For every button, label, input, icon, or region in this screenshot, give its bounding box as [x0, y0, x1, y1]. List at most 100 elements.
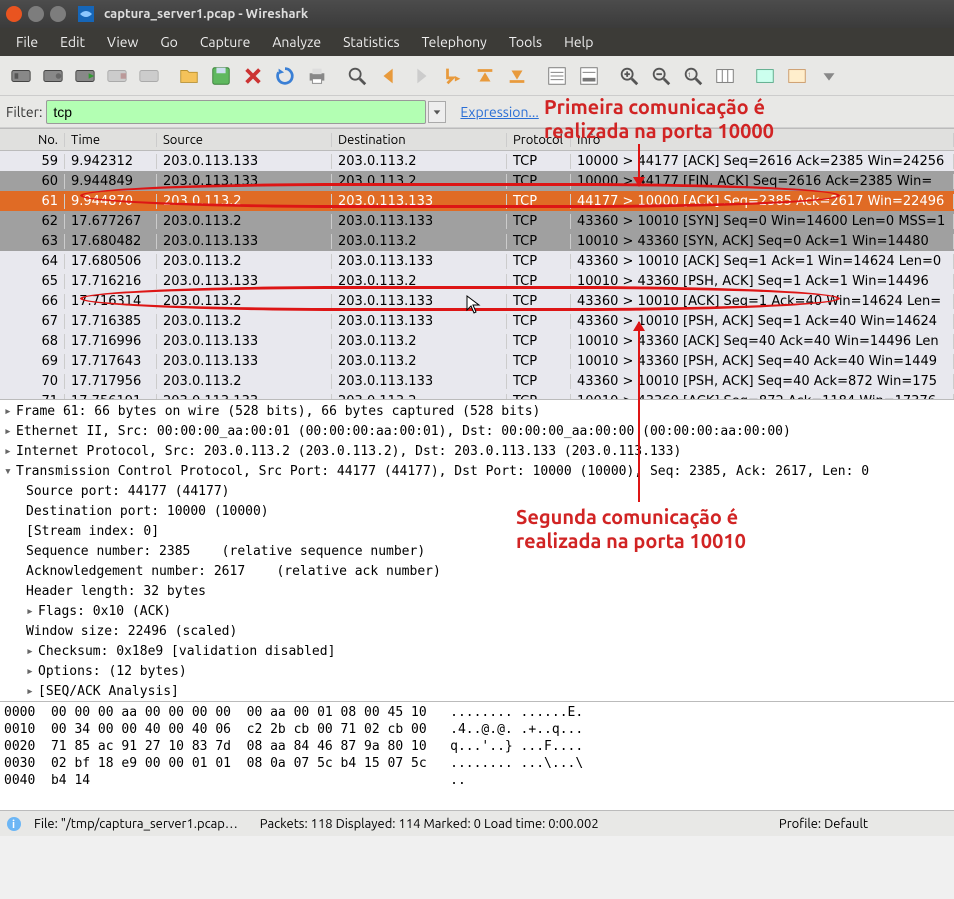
go-last-icon[interactable] [502, 61, 532, 91]
packet-row[interactable]: 6917.717643203.0.113.133203.0.113.2TCP10… [0, 351, 954, 371]
packet-row[interactable]: 6717.716385203.0.113.2203.0.113.133TCP43… [0, 311, 954, 331]
col-time[interactable]: Time [65, 133, 157, 147]
packet-row[interactable]: 7017.717956203.0.113.2203.0.113.133TCP43… [0, 371, 954, 391]
expression-button[interactable]: Expression... [460, 104, 538, 120]
packet-cell: 203.0.113.2 [332, 274, 507, 289]
packet-cell: 9.944870 [65, 194, 157, 209]
col-info[interactable]: Info [571, 133, 954, 147]
save-icon[interactable] [206, 61, 236, 91]
capture-filters-icon[interactable] [750, 61, 780, 91]
jump-down-icon[interactable] [438, 61, 468, 91]
reload-icon[interactable] [270, 61, 300, 91]
packet-cell: 17.677267 [65, 214, 157, 229]
zoom-out-icon[interactable] [646, 61, 676, 91]
chevron-down-icon[interactable] [814, 61, 844, 91]
tree-node-expandable[interactable]: Flags: 0x10 (ACK) [4, 602, 950, 622]
packet-cell: 203.0.113.2 [332, 234, 507, 249]
packet-cell: 203.0.113.2 [157, 194, 332, 209]
forward-icon[interactable] [406, 61, 436, 91]
packet-row[interactable]: 6617.716314203.0.113.2203.0.113.133TCP43… [0, 291, 954, 311]
restart-capture-icon[interactable] [134, 61, 164, 91]
packet-cell: 17.680506 [65, 254, 157, 269]
menu-go[interactable]: Go [150, 30, 187, 54]
interfaces-icon[interactable] [6, 61, 36, 91]
packet-cell: 9.942312 [65, 154, 157, 169]
hex-line: 0010 00 34 00 00 40 00 40 06 c2 2b cb 00… [4, 721, 950, 738]
packet-cell: TCP [507, 334, 571, 349]
close-file-icon[interactable] [238, 61, 268, 91]
packet-cell: TCP [507, 374, 571, 389]
packet-cell: 10010 > 43360 [PSH, ACK] Seq=1 Ack=1 Win… [571, 274, 954, 289]
packet-row[interactable]: 6317.680482203.0.113.133203.0.113.2TCP10… [0, 231, 954, 251]
tree-node: Acknowledgement number: 2617 (relative a… [4, 562, 950, 582]
packet-cell: 66 [0, 294, 65, 309]
tree-node-expandable[interactable]: [SEQ/ACK Analysis] [4, 682, 950, 702]
tree-node-expandable[interactable]: Frame 61: 66 bytes on wire (528 bits), 6… [4, 402, 950, 422]
col-source[interactable]: Source [157, 133, 332, 147]
toolbar: 1 [0, 56, 954, 96]
packet-row[interactable]: 619.944870203.0.113.2203.0.113.133TCP441… [0, 191, 954, 211]
tree-node-expandable[interactable]: Transmission Control Protocol, Src Port:… [4, 462, 950, 482]
tree-node-expandable[interactable]: Internet Protocol, Src: 203.0.113.2 (203… [4, 442, 950, 462]
packet-details[interactable]: Frame 61: 66 bytes on wire (528 bits), 6… [0, 400, 954, 702]
packet-cell: 10000 > 44177 [FIN, ACK] Seq=2616 Ack=23… [571, 174, 954, 189]
menu-file[interactable]: File [6, 30, 48, 54]
packet-row[interactable]: 6517.716216203.0.113.133203.0.113.2TCP10… [0, 271, 954, 291]
packet-row[interactable]: 7117.756191203.0.113.133203.0.113.2TCP10… [0, 391, 954, 400]
maximize-icon[interactable] [50, 6, 66, 22]
menu-statistics[interactable]: Statistics [333, 30, 409, 54]
menu-analyze[interactable]: Analyze [262, 30, 331, 54]
options-icon[interactable] [38, 61, 68, 91]
menu-edit[interactable]: Edit [50, 30, 95, 54]
status-profile: Profile: Default [779, 817, 868, 831]
tree-node-expandable[interactable]: Ethernet II, Src: 00:00:00_aa:00:01 (00:… [4, 422, 950, 442]
packet-cell: 17.717956 [65, 374, 157, 389]
packet-row[interactable]: 6817.716996203.0.113.133203.0.113.2TCP10… [0, 331, 954, 351]
back-icon[interactable] [374, 61, 404, 91]
packet-cell: 203.0.113.133 [332, 294, 507, 309]
info-icon: i [6, 816, 22, 832]
stop-capture-icon[interactable] [102, 61, 132, 91]
menu-view[interactable]: View [97, 30, 148, 54]
col-destination[interactable]: Destination [332, 133, 507, 147]
zoom-in-icon[interactable] [614, 61, 644, 91]
filter-input[interactable] [46, 100, 426, 124]
open-icon[interactable] [174, 61, 204, 91]
tree-node-expandable[interactable]: Checksum: 0x18e9 [validation disabled] [4, 642, 950, 662]
packet-row[interactable]: 6417.680506203.0.113.2203.0.113.133TCP43… [0, 251, 954, 271]
packet-cell: 203.0.113.2 [157, 254, 332, 269]
packet-row[interactable]: 6217.677267203.0.113.2203.0.113.133TCP43… [0, 211, 954, 231]
menu-capture[interactable]: Capture [190, 30, 261, 54]
packet-cell: TCP [507, 154, 571, 169]
find-icon[interactable] [342, 61, 372, 91]
filter-dropdown-icon[interactable] [428, 101, 446, 123]
packet-cell: 203.0.113.133 [157, 154, 332, 169]
col-protocol[interactable]: Protocol [507, 133, 571, 147]
packet-cell: TCP [507, 234, 571, 249]
app-icon [78, 6, 94, 22]
display-filters-icon[interactable] [782, 61, 812, 91]
minimize-icon[interactable] [28, 6, 44, 22]
resize-cols-icon[interactable] [710, 61, 740, 91]
print-icon[interactable] [302, 61, 332, 91]
col-no[interactable]: No. [0, 133, 65, 147]
tree-node: Window size: 22496 (scaled) [4, 622, 950, 642]
menu-telephony[interactable]: Telephony [412, 30, 497, 54]
packet-bytes[interactable]: 0000 00 00 00 aa 00 00 00 00 00 aa 00 01… [0, 702, 954, 810]
packet-row[interactable]: 599.942312203.0.113.133203.0.113.2TCP100… [0, 151, 954, 171]
go-first-icon[interactable] [470, 61, 500, 91]
tree-node-expandable[interactable]: Options: (12 bytes) [4, 662, 950, 682]
autoscroll-icon[interactable] [574, 61, 604, 91]
packet-list[interactable]: No. Time Source Destination Protocol Inf… [0, 128, 954, 400]
colorize-icon[interactable] [542, 61, 572, 91]
menu-tools[interactable]: Tools [499, 30, 552, 54]
packet-cell: TCP [507, 194, 571, 209]
start-capture-icon[interactable] [70, 61, 100, 91]
tree-node: Source port: 44177 (44177) [4, 482, 950, 502]
zoom-100-icon[interactable]: 1 [678, 61, 708, 91]
close-icon[interactable] [6, 6, 22, 22]
menubar: File Edit View Go Capture Analyze Statis… [0, 28, 954, 56]
menu-help[interactable]: Help [554, 30, 603, 54]
packet-row[interactable]: 609.944849203.0.113.133203.0.113.2TCP100… [0, 171, 954, 191]
packet-cell: 203.0.113.133 [157, 354, 332, 369]
